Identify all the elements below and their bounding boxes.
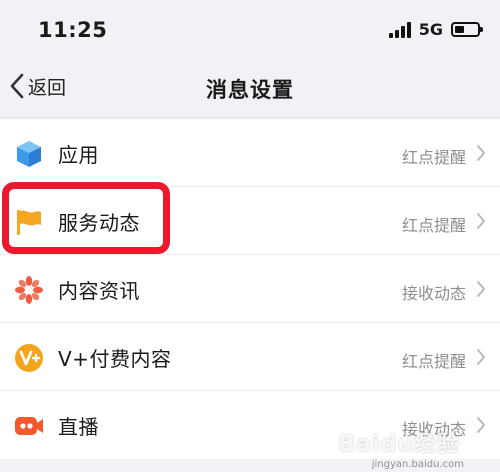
- chevron-right-icon: [477, 281, 485, 297]
- list-item-value: 红点提醒: [401, 352, 466, 371]
- chevron-right-icon: [477, 417, 485, 433]
- page-title: 消息设置: [206, 78, 294, 102]
- list-item-app[interactable]: 应用 红点提醒: [0, 119, 500, 187]
- network-type: 5G: [418, 20, 443, 39]
- chevron-right-icon: [477, 349, 485, 365]
- list-item-value: 红点提醒: [401, 216, 466, 235]
- chevron-right-icon: [477, 213, 485, 229]
- live-camera-icon: [15, 417, 43, 435]
- list-item-label: 服务动态: [58, 211, 140, 235]
- list-item-content-news[interactable]: 内容资讯 接收动态: [0, 255, 500, 323]
- list-item-label: 内容资讯: [58, 279, 140, 303]
- watermark-url: jingyan.baidu.com: [371, 459, 464, 470]
- settings-list: 应用 红点提醒 服务动态 红点提醒 内容资讯 接收动态 V+付费内容 红点提醒 …: [0, 119, 500, 459]
- status-bar: 11:25 5G: [0, 0, 500, 60]
- cube-icon: [17, 141, 41, 167]
- list-item-service-updates[interactable]: 服务动态 红点提醒: [0, 187, 500, 255]
- status-indicators: 5G: [388, 20, 483, 39]
- watermark-logo: Baidu经验: [338, 432, 460, 457]
- list-item-label: 应用: [58, 143, 99, 167]
- status-time: 11:25: [38, 18, 108, 42]
- signal-icon: [388, 21, 411, 38]
- battery-icon: [451, 22, 483, 37]
- chevron-right-icon: [477, 145, 485, 161]
- battery-fill: [455, 26, 464, 33]
- nav-bar: 返回 消息设置: [0, 60, 500, 118]
- list-item-value: 接收动态: [401, 284, 466, 303]
- pinwheel-icon: [15, 276, 43, 304]
- vplus-icon: [15, 344, 43, 372]
- list-item-value: 红点提醒: [401, 148, 466, 167]
- list-item-label: V+付费内容: [58, 347, 172, 371]
- flag-icon: [17, 210, 41, 235]
- list-item-vplus-paid[interactable]: V+付费内容 红点提醒: [0, 323, 500, 391]
- list-item-label: 直播: [58, 415, 99, 439]
